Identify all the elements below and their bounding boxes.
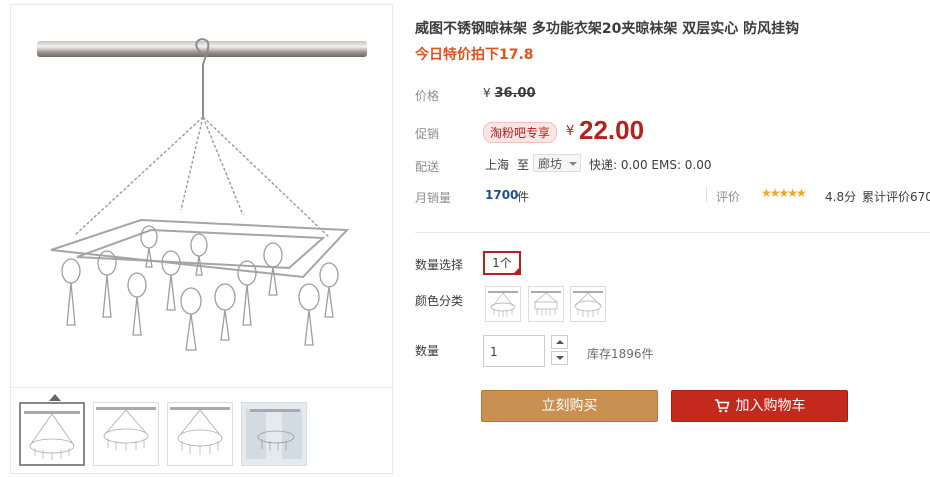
original-currency: ¥ [483,86,491,100]
qty-option-1[interactable]: 1个 [483,251,521,275]
ship-from: 上海 [485,158,510,172]
chevron-down-icon [556,356,564,360]
promo-label: 促销 [415,127,440,141]
chevron-down-icon [569,162,577,166]
qty-select-label: 数量选择 [415,258,464,272]
image-gallery [10,4,393,474]
stock-text: 库存1896件 [587,347,654,361]
quantity-decrement-button[interactable] [551,351,568,365]
destination-value: 廊坊 [538,157,563,171]
color-swatch-2[interactable] [528,286,564,322]
qty-option-value: 1个 [492,256,512,270]
destination-select[interactable]: 廊坊 [533,154,581,172]
price-label: 价格 [415,89,440,103]
divider [706,186,707,202]
thumb-rack-image [170,407,230,455]
thumb-rack-image [96,407,156,451]
original-price: ¥ 36.00 [483,86,536,101]
selected-check-icon [512,266,521,275]
shipping-fees: 快递: 0.00 EMS: 0.00 [589,158,712,172]
buy-now-label: 立刻购买 [541,398,598,414]
color-swatch-3[interactable] [570,286,606,322]
quantity-input[interactable]: 1 [483,335,545,367]
thumbnail-4[interactable] [241,402,307,466]
color-swatch-1[interactable] [485,286,521,322]
ship-to-word: 至 [517,158,530,172]
thumbnail-2[interactable] [93,402,159,466]
sales-unit: 件 [517,190,530,204]
add-to-cart-label: 加入购物车 [735,398,806,414]
rating-stars: ★★★★★ [761,186,807,200]
promo-price: 22.00 [579,115,645,145]
sales-count: 1700 [485,188,519,202]
main-product-image[interactable] [11,5,392,387]
thumbnail-3[interactable] [167,402,233,466]
product-info: 威图不锈钢晾袜架 多功能衣架20夹晾袜架 双层实心 防风挂钩 今日特价拍下17.… [415,0,930,477]
thumbnail-strip [11,387,392,473]
swatch-rack-image [531,291,561,316]
thumb-rack-image [24,411,80,460]
thumbnail-1[interactable] [19,402,85,466]
shipping-label: 配送 [415,160,440,174]
product-title: 威图不锈钢晾袜架 多功能衣架20夹晾袜架 双层实心 防风挂钩 [415,21,800,37]
add-to-cart-button[interactable]: 加入购物车 [671,390,848,422]
section-divider [415,232,930,233]
hanging-rack-illustration [37,38,367,351]
chevron-up-icon [556,340,564,344]
sales-label: 月销量 [415,191,452,205]
promo-currency: ¥ [566,124,575,139]
rating-score: 4.8分 [825,190,857,204]
product-subtitle: 今日特价拍下17.8 [415,47,534,63]
price-meta-panel: 价格 ¥ 36.00 促销 淘粉吧专享 ¥ 22.00 配送 上海 至 廊坊 快… [415,76,930,210]
review-count-link[interactable]: 累计评价670 [862,188,930,205]
review-label: 评价 [716,190,741,204]
thumb-scene-image [242,403,306,465]
quantity-label: 数量 [415,344,440,358]
active-thumb-indicator [49,394,61,401]
shopping-cart-icon [714,394,730,424]
original-amount: 36.00 [494,86,536,101]
quantity-increment-button[interactable] [551,335,568,349]
swatch-rack-image [488,291,518,317]
swatch-rack-image [573,291,603,317]
promo-badge: 淘粉吧专享 [483,122,558,143]
color-label: 颜色分类 [415,294,464,308]
buy-now-button[interactable]: 立刻购买 [481,390,658,422]
